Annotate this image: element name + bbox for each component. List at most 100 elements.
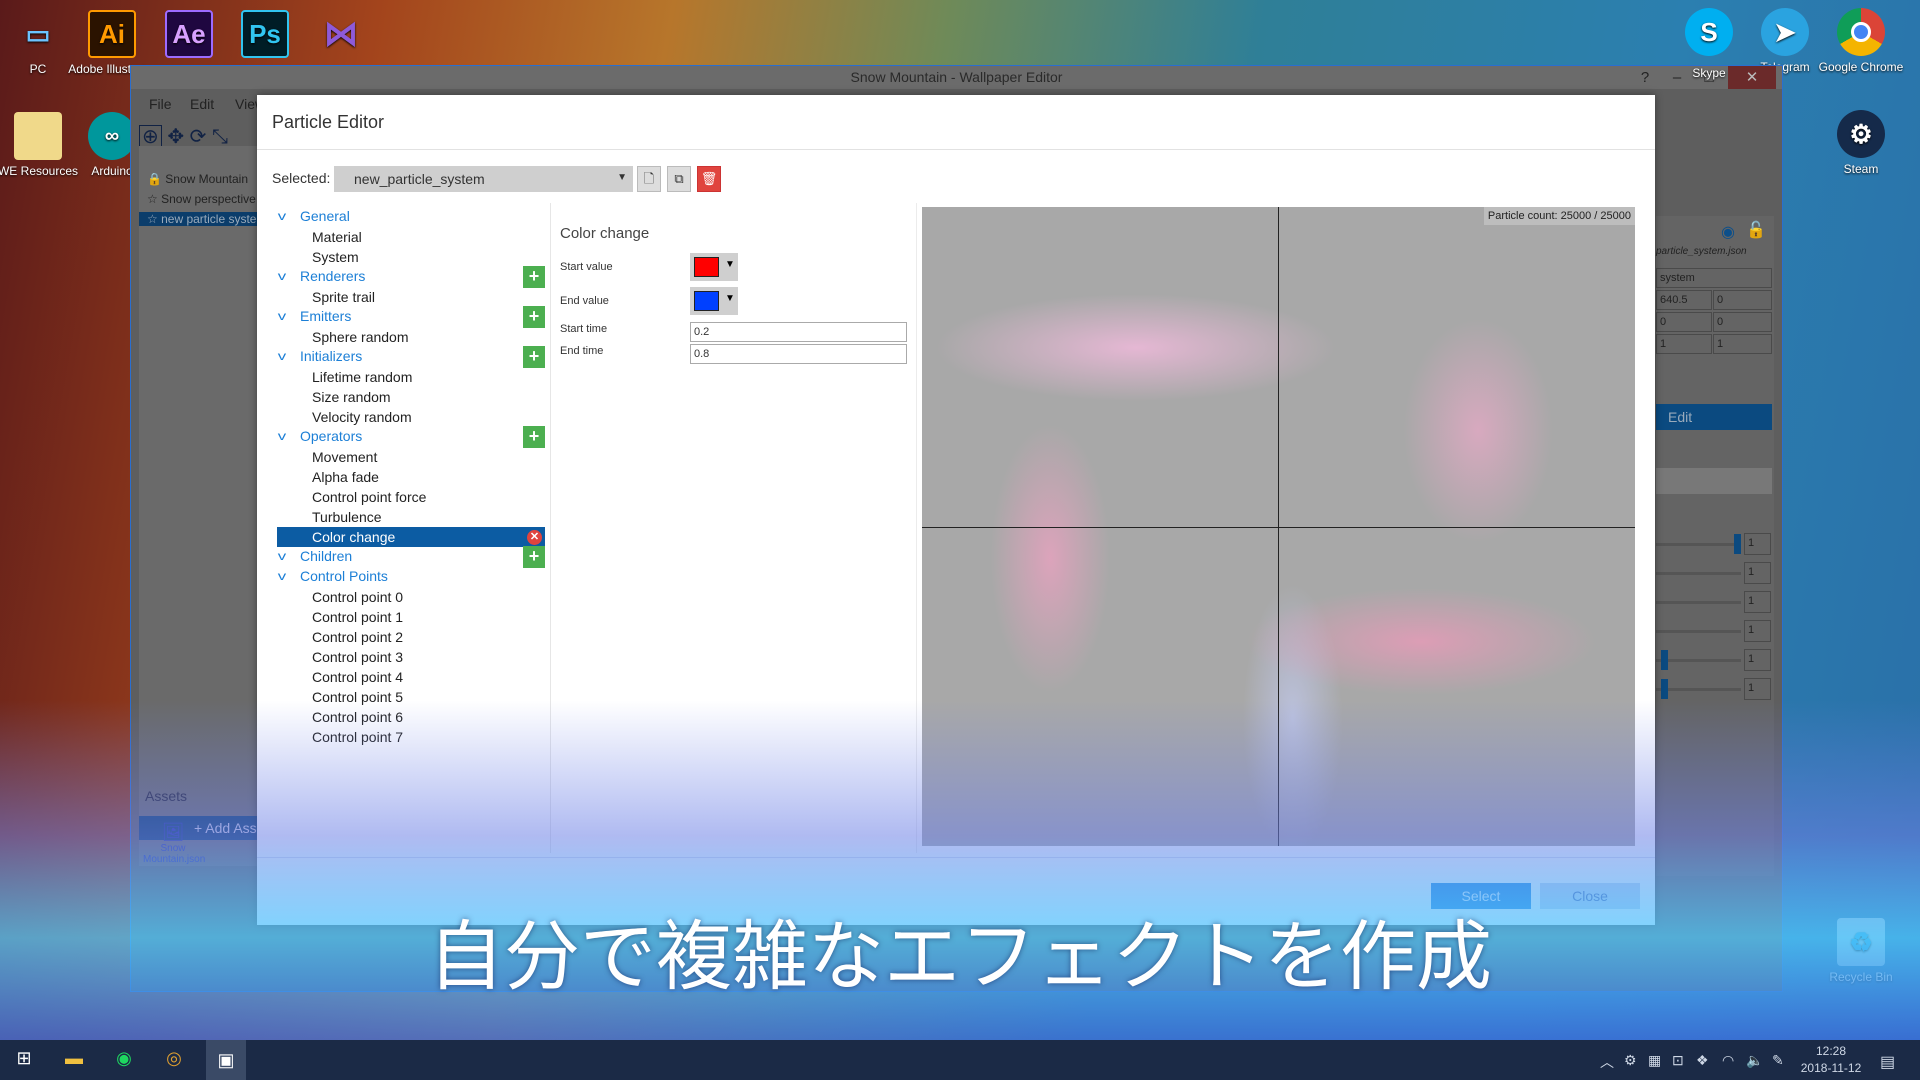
tree-item[interactable]: Alpha fade [277, 467, 545, 487]
add-icon[interactable]: + [523, 306, 545, 328]
tree-group[interactable]: v Control Points [277, 566, 545, 587]
chevron-down-icon[interactable]: v [278, 306, 286, 326]
remove-icon[interactable]: ✕ [527, 530, 542, 545]
chevron-down-icon[interactable]: v [278, 346, 286, 366]
tree-item[interactable]: Material [277, 227, 545, 247]
end-color-picker[interactable]: ▼ [690, 287, 738, 315]
tree-group[interactable]: v Renderers + [277, 266, 545, 288]
slider[interactable] [1656, 630, 1741, 633]
chevron-down-icon[interactable]: v [278, 566, 286, 586]
tree-group[interactable]: v Operators + [277, 426, 545, 448]
tree-item[interactable]: Lifetime random [277, 367, 545, 387]
scene-item[interactable]: 🔒 Snow Mountain [147, 172, 248, 186]
desktop-icon-visual-studio[interactable]: ⋈ [296, 10, 386, 62]
slider[interactable] [1656, 659, 1741, 662]
tree-item[interactable]: Control point 3 [277, 647, 545, 667]
tree-item[interactable]: Size random [277, 387, 545, 407]
origin-x[interactable]: 640.5 [1656, 290, 1712, 310]
edit-button[interactable]: Edit [1656, 404, 1772, 430]
slider-value[interactable]: 1 [1744, 533, 1771, 555]
tree-group[interactable]: v Children + [277, 546, 545, 568]
add-icon[interactable]: + [523, 546, 545, 568]
display-tray-icon[interactable]: ⊡ [1672, 1052, 1684, 1069]
slider-handle[interactable] [1734, 534, 1741, 554]
visibility-eye-icon[interactable]: ◉ [1721, 222, 1735, 242]
volume-icon[interactable]: 🔈 [1746, 1052, 1763, 1069]
desktop-icon-steam[interactable]: ⚙ Steam [1816, 110, 1906, 176]
chevron-down-icon[interactable]: v [278, 206, 286, 226]
scale-y[interactable]: 1 [1713, 334, 1772, 354]
dropbox-icon[interactable]: ❖ [1696, 1052, 1709, 1069]
clock[interactable]: 12:28 2018-11-12 [1800, 1043, 1862, 1077]
tree-item[interactable]: Sprite trail [277, 287, 545, 307]
tree-item[interactable]: System [277, 247, 545, 267]
slider-value[interactable]: 1 [1744, 678, 1771, 700]
tree-item[interactable]: Control point 2 [277, 627, 545, 647]
file-explorer-icon[interactable]: ▬ [62, 1048, 86, 1072]
start-color-picker[interactable]: ▼ [690, 253, 738, 281]
menu-edit[interactable]: Edit [190, 96, 214, 112]
assets-tab[interactable]: Assets [145, 788, 187, 804]
notifications-icon[interactable]: ▤ [1880, 1052, 1895, 1072]
pen-icon[interactable]: ✎ [1772, 1052, 1784, 1069]
move-tool-icon[interactable]: ✥ [167, 126, 184, 148]
tree-item[interactable]: Color change ✕ [277, 527, 545, 547]
menu-file[interactable]: File [149, 96, 172, 112]
add-icon[interactable]: + [523, 346, 545, 368]
end-time-input[interactable]: 0.8 [690, 344, 907, 364]
chevron-down-icon[interactable]: v [278, 546, 286, 566]
delete-button[interactable]: 🗑 [697, 166, 721, 192]
wallpaper-engine-taskbar-icon[interactable]: ▣ [206, 1040, 246, 1080]
tree-group[interactable]: v General [277, 206, 545, 227]
tree-item[interactable]: Control point force [277, 487, 545, 507]
scene-item[interactable]: ☆ Snow perspective [147, 192, 256, 206]
slider[interactable] [1656, 688, 1741, 691]
add-icon[interactable]: + [523, 266, 545, 288]
particle-system-select[interactable]: new_particle_system ▼ [334, 166, 633, 192]
slider[interactable] [1656, 601, 1741, 604]
tree-group[interactable]: v Initializers + [277, 346, 545, 368]
tree-group[interactable]: v Emitters + [277, 306, 545, 328]
tree-item[interactable]: Control point 4 [277, 667, 545, 687]
spotify-icon[interactable]: ◉ [112, 1048, 136, 1072]
tree-item[interactable]: Control point 1 [277, 607, 545, 627]
tree-item[interactable]: Control point 5 [277, 687, 545, 707]
tray-app-icon[interactable]: ▦ [1648, 1052, 1661, 1069]
angle-x[interactable]: 0 [1656, 312, 1712, 332]
slider[interactable] [1656, 543, 1741, 546]
slider-value[interactable]: 1 [1744, 649, 1771, 671]
scale-tool-icon[interactable]: ⤡ [212, 126, 228, 148]
tree-item[interactable]: Turbulence [277, 507, 545, 527]
slider-handle[interactable] [1661, 679, 1668, 699]
chevron-down-icon[interactable]: v [278, 266, 286, 286]
tree-item[interactable]: Sphere random [277, 327, 545, 347]
slider-value[interactable]: 1 [1744, 591, 1771, 613]
steam-tray-icon[interactable]: ⚙ [1624, 1052, 1637, 1069]
slider-value[interactable]: 1 [1744, 620, 1771, 642]
show-hidden-icons[interactable]: ︿ [1600, 1052, 1614, 1072]
slider-handle[interactable] [1661, 650, 1668, 670]
start-button[interactable]: ⊞ [12, 1048, 36, 1072]
tree-item[interactable]: Movement [277, 447, 545, 467]
origin-y[interactable]: 0 [1713, 290, 1772, 310]
help-button[interactable]: ? [1628, 66, 1662, 89]
new-file-button[interactable]: 🗋 [637, 166, 661, 192]
asset-item[interactable]: 🖼 Snow Mountain.json [143, 822, 205, 865]
chevron-down-icon[interactable]: v [278, 426, 286, 446]
name-field[interactable]: system [1656, 268, 1772, 288]
rotate-tool-icon[interactable]: ⟳ [190, 126, 207, 148]
duplicate-button[interactable]: ⧉ [667, 166, 691, 192]
tree-item[interactable]: Velocity random [277, 407, 545, 427]
tree-item[interactable]: Control point 7 [277, 727, 545, 747]
slider[interactable] [1656, 572, 1741, 575]
slider-value[interactable]: 1 [1744, 562, 1771, 584]
unlock-icon[interactable]: 🔓 [1746, 220, 1766, 240]
desktop-icon-chrome[interactable]: Google Chrome [1816, 8, 1906, 74]
add-icon[interactable]: + [523, 426, 545, 448]
scale-x[interactable]: 1 [1656, 334, 1712, 354]
angle-y[interactable]: 0 [1713, 312, 1772, 332]
wifi-icon[interactable]: ◠ [1722, 1052, 1734, 1069]
start-time-input[interactable]: 0.2 [690, 322, 907, 342]
chrome-taskbar-icon[interactable]: ◎ [162, 1048, 186, 1072]
tree-item[interactable]: Control point 6 [277, 707, 545, 727]
